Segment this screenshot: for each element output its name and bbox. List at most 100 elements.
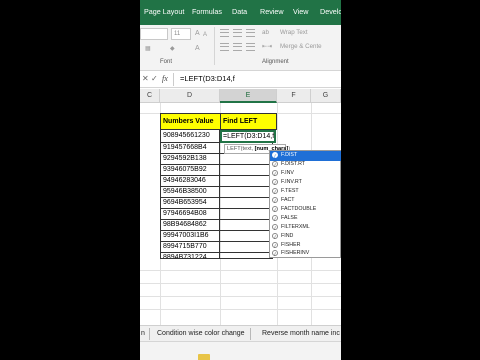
tab-page-layout[interactable]: Page Layout: [144, 7, 184, 16]
active-cell-formula: =LEFT(D3:D14,f: [223, 133, 275, 140]
sheet-tab[interactable]: Reverse month name inc: [257, 328, 341, 340]
grid-line: [140, 283, 341, 284]
increase-font-icon[interactable]: A: [195, 29, 200, 39]
result-cell[interactable]: [220, 242, 273, 253]
autocomplete-label: FIND: [281, 233, 294, 239]
autocomplete-label: FACT: [281, 197, 295, 203]
formula-input[interactable]: =LEFT(D3:D14,f: [180, 74, 235, 83]
autocomplete-label: FISHERINV: [281, 250, 310, 256]
text-cursor: [274, 132, 275, 140]
tab-review[interactable]: Review: [260, 7, 284, 16]
tab-view[interactable]: View: [293, 7, 308, 16]
status-bar: [140, 341, 341, 360]
function-icon: f: [272, 205, 278, 212]
column-header-c[interactable]: C: [140, 89, 160, 103]
grid-line: [140, 270, 341, 271]
font-color-icon[interactable]: A: [195, 44, 200, 54]
result-cell[interactable]: [220, 165, 273, 176]
autocomplete-label: FACTDOUBLE: [281, 206, 317, 212]
number-cell[interactable]: 908945661230: [160, 130, 220, 143]
function-icon: f: [272, 151, 278, 158]
font-size-box[interactable]: 11: [171, 28, 191, 40]
function-icon: f: [272, 178, 278, 185]
ribbon-panel: 11 A A A ▦ ◆ ab ⇤⇥ Wrap Text Merge & Cen…: [140, 25, 341, 70]
autocomplete-label: F.INV.RT: [281, 179, 302, 185]
align-center-icon[interactable]: [233, 43, 242, 51]
autocomplete-label: F.DIST.RT: [281, 161, 306, 167]
function-icon: f: [272, 169, 278, 176]
column-header-e[interactable]: E: [220, 89, 277, 103]
autocomplete-label: FILTERXML: [281, 224, 310, 230]
function-icon: f: [272, 160, 278, 167]
number-cell[interactable]: 98B94684862: [160, 220, 220, 231]
function-icon: f: [272, 196, 278, 203]
tab-developer[interactable]: Develo: [320, 7, 341, 16]
decrease-font-icon[interactable]: A: [203, 30, 207, 40]
number-cell[interactable]: 94946283046: [160, 176, 220, 187]
number-cell[interactable]: 8994715B770: [160, 242, 220, 253]
column-header-f[interactable]: F: [277, 89, 311, 103]
excel-window: Page Layout Formulas Data Review View De…: [140, 0, 341, 360]
autocomplete-label: FALSE: [281, 215, 298, 221]
result-cell[interactable]: [220, 154, 273, 165]
number-cell[interactable]: 97946694B08: [160, 209, 220, 220]
autocomplete-label: FISHER: [281, 242, 301, 248]
ribbon-separator: [214, 27, 215, 65]
function-autocomplete-list: f F.DIST f F.DIST.RT f F.INV f F.INV.RT f F.T…: [269, 150, 341, 258]
function-icon: f: [272, 223, 278, 230]
align-right-icon[interactable]: [246, 43, 255, 51]
indent-icon[interactable]: ⇤⇥: [262, 43, 272, 50]
function-icon: f: [272, 214, 278, 221]
enter-icon[interactable]: ✓: [151, 74, 158, 83]
number-cell[interactable]: 9294592B138: [160, 154, 220, 165]
tooltip-prefix: LEFT(text,: [227, 146, 255, 152]
wrap-text-button[interactable]: Wrap Text: [280, 29, 308, 36]
fill-color-icon[interactable]: ◆: [170, 44, 175, 54]
number-cell[interactable]: 99947003I1B6: [160, 231, 220, 242]
result-cell[interactable]: [220, 176, 273, 187]
align-top-icon[interactable]: [220, 29, 229, 37]
align-left-icon[interactable]: [220, 43, 229, 51]
result-cell[interactable]: [220, 220, 273, 231]
font-name-box[interactable]: [140, 28, 168, 40]
align-bottom-icon[interactable]: [246, 29, 255, 37]
column-header-d[interactable]: D: [160, 89, 220, 103]
group-label-alignment: Alignment: [262, 59, 289, 65]
number-cell[interactable]: 9694B653954: [160, 198, 220, 209]
tab-formulas[interactable]: Formulas: [192, 7, 222, 16]
number-cell[interactable]: 95946B38500: [160, 187, 220, 198]
border-icon[interactable]: ▦: [145, 44, 151, 54]
grid-line: [140, 296, 341, 297]
formula-bar: ✕ ✓ fx =LEFT(D3:D14,f: [140, 70, 341, 88]
formula-bar-separator: [173, 73, 174, 86]
group-label-font: Font: [160, 59, 173, 65]
ribbon-tab-bar: Page Layout Formulas Data Review View De…: [140, 0, 341, 25]
sheet-tab[interactable]: Condition wise color change: [152, 328, 251, 340]
cancel-icon[interactable]: ✕: [142, 74, 149, 83]
table-bottom-border: [160, 258, 273, 259]
active-cell-e3[interactable]: =LEFT(D3:D14,f: [220, 130, 276, 143]
column-header-g[interactable]: G: [311, 89, 341, 103]
orientation-icon[interactable]: ab: [262, 29, 269, 36]
folder-icon: [198, 354, 210, 360]
function-icon: f: [272, 187, 278, 194]
result-cell[interactable]: [220, 198, 273, 209]
grid-line: [140, 309, 341, 310]
sheet-tab[interactable]: n: [140, 328, 150, 340]
number-cell[interactable]: 919457668B4: [160, 143, 220, 154]
sheet-tab-bar: n Condition wise color change Reverse mo…: [140, 325, 341, 341]
number-cell[interactable]: 93946075B92: [160, 165, 220, 176]
result-cell[interactable]: [220, 209, 273, 220]
header-numbers-value[interactable]: Numbers Value: [160, 113, 221, 130]
insert-function-icon[interactable]: fx: [162, 74, 168, 83]
result-cell[interactable]: [220, 187, 273, 198]
autocomplete-item[interactable]: f FISHERINV: [270, 249, 341, 259]
tab-data[interactable]: Data: [232, 7, 247, 16]
autocomplete-label: F.DIST: [281, 152, 298, 158]
header-find-left-value[interactable]: Find LEFT Value: [220, 113, 277, 140]
merge-center-button[interactable]: Merge & Cente: [280, 43, 322, 50]
autocomplete-label: F.INV: [281, 170, 294, 176]
align-middle-icon[interactable]: [233, 29, 242, 37]
function-icon: f: [272, 249, 278, 256]
result-cell[interactable]: [220, 231, 273, 242]
